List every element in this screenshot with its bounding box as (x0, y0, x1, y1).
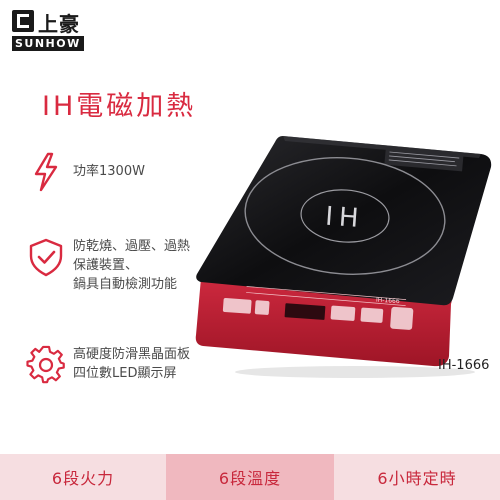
induction-cooker-image: IH IH-1666 (195, 136, 492, 378)
brand-logo: 上豪 SUNHOW (12, 10, 108, 52)
brand-name-zh: 上豪 (38, 12, 80, 36)
feature-line: 高硬度防滑黑晶面板 (73, 347, 191, 362)
feature-line: 防乾燒、過壓、過熱 (73, 239, 191, 254)
ih-mark: IH (324, 202, 365, 235)
led-display (284, 303, 326, 320)
feature-line: 鍋具自動檢測功能 (73, 277, 178, 292)
shield-check-icon (29, 238, 63, 277)
spec-power-levels: 6段火力 (0, 454, 166, 500)
brand-mark-icon (12, 10, 34, 32)
feature-line: 保護裝置、 (73, 258, 139, 273)
spec-bar: 6段火力 6段溫度 6小時定時 (0, 454, 500, 500)
lightning-icon (34, 152, 58, 192)
brand-name-en: SUNHOW (12, 36, 84, 51)
model-number: IH-1666 (438, 358, 490, 373)
spec-temperature-levels: 6段溫度 (166, 454, 334, 500)
spec-timer: 6小時定時 (334, 454, 500, 500)
gear-icon (26, 345, 65, 384)
page-title: IH電磁加熱 (42, 91, 197, 122)
feature-line: 功率1300W (73, 164, 145, 179)
feature-line: 四位數LED顯示屏 (73, 366, 177, 381)
